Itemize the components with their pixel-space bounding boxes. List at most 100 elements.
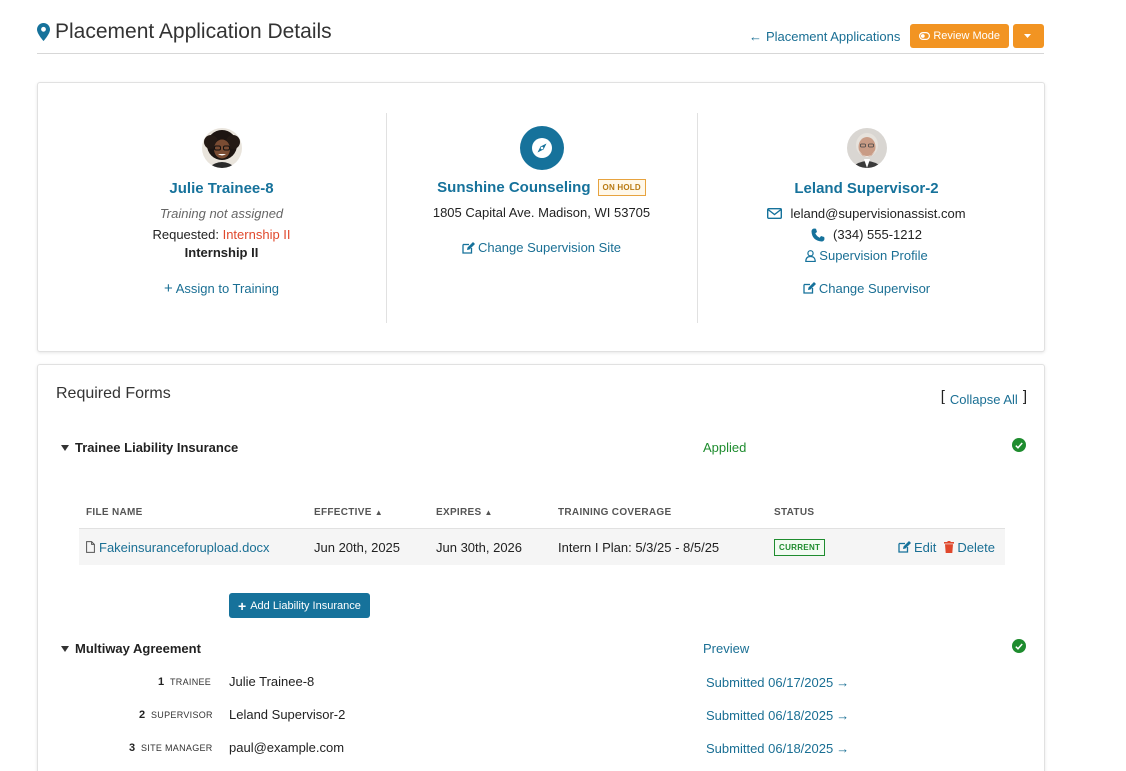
arrow-right-icon: →: [836, 741, 850, 756]
multiway-agreement-toggle[interactable]: Multiway Agreement: [61, 641, 201, 656]
supervisor-phone[interactable]: (334) 555-1212: [833, 227, 922, 242]
site-column: Sunshine Counseling ON HOLD 1805 Capital…: [386, 113, 696, 323]
trash-icon: [944, 541, 955, 553]
file-cell: Fakeinsuranceforupload.docx: [79, 540, 314, 555]
review-mode-dropdown-button[interactable]: [1013, 24, 1044, 48]
site-logo: [519, 126, 564, 170]
requested-value: Internship II: [222, 227, 291, 242]
signer-value: Leland Supervisor-2: [229, 707, 346, 722]
user-icon: [805, 249, 817, 262]
file-name-link[interactable]: Fakeinsuranceforupload.docx: [99, 540, 270, 555]
signer-number: 1: [158, 676, 165, 688]
col-status: STATUS: [774, 507, 815, 518]
collapse-all-control: [ Collapse All ]: [936, 388, 1032, 408]
expires-cell: Jun 30th, 2026: [436, 539, 523, 555]
signer-status-link[interactable]: Submitted 06/18/2025 →: [706, 741, 849, 756]
edit-icon: [803, 282, 816, 294]
change-site-label: Change Supervision Site: [477, 240, 622, 255]
signer-number: 3: [129, 742, 136, 754]
trainee-name: Julie Trainee-8: [169, 180, 274, 197]
col-training-coverage: TRAINING COVERAGE: [558, 507, 672, 518]
signer-role: SUPERVISOR: [151, 710, 213, 720]
effective-cell: Jun 20th, 2025: [314, 539, 401, 555]
caret-down-icon: [61, 645, 69, 652]
table-header: FILE NAME EFFECTIVE ▲︎ EXPIRES ▲︎ TRAINI…: [79, 497, 1005, 529]
caret-down-icon: [1023, 34, 1031, 38]
add-liability-insurance-button[interactable]: + Add Liability Insurance: [229, 593, 370, 618]
signer-row: 1 TRAINEE Julie Trainee-8 Submitted 06/1…: [38, 674, 1038, 694]
signer-status-link[interactable]: Submitted 06/18/2025 →: [706, 708, 849, 723]
eye-toggle-icon: [919, 32, 931, 40]
header-actions: ← Placement Applications Review Mode: [749, 24, 1044, 48]
collapse-all-link[interactable]: Collapse All: [950, 392, 1018, 407]
plus-icon: +: [163, 280, 173, 297]
supervisor-name: Leland Supervisor-2: [794, 180, 939, 197]
required-forms-card: Required Forms [ Collapse All ] Trainee …: [37, 364, 1045, 771]
supervisor-column: Leland Supervisor-2 leland@supervisionas…: [697, 113, 1035, 323]
plus-icon: +: [238, 597, 247, 614]
site-title-row: Sunshine Counseling ON HOLD: [387, 179, 696, 196]
change-supervisor-link[interactable]: Change Supervisor: [803, 281, 930, 296]
edit-insurance-button[interactable]: Edit: [898, 540, 936, 555]
liability-insurance-title: Trainee Liability Insurance: [75, 440, 239, 455]
supervisor-email-row: leland@supervisionassist.com: [698, 206, 1035, 221]
col-effective-sort[interactable]: EFFECTIVE ▲︎: [314, 507, 436, 518]
change-supervisor-wrapper: Change Supervisor: [698, 281, 1035, 298]
col-expires-sort[interactable]: EXPIRES ▲︎: [436, 507, 558, 518]
assign-to-training-label: Assign to Training: [175, 281, 280, 296]
signer-role: SITE MANAGER: [141, 743, 213, 753]
supervision-profile-label: Supervision Profile: [819, 248, 928, 263]
phone-icon: [811, 228, 825, 241]
trainee-avatar: [201, 128, 242, 168]
site-status-badge: ON HOLD: [597, 179, 646, 196]
supervision-profile-wrapper: Supervision Profile: [698, 248, 1035, 265]
supervisor-email[interactable]: leland@supervisionassist.com: [790, 206, 965, 221]
change-site-wrapper: Change Supervision Site: [387, 240, 696, 257]
signer-status: Submitted 06/18/2025: [706, 741, 834, 756]
signer-status-link[interactable]: Submitted 06/17/2025 →: [706, 675, 849, 690]
actions-cell: Edit Delete: [884, 540, 1005, 555]
arrow-right-icon: →: [836, 708, 850, 723]
col-expires: EXPIRES: [436, 507, 482, 518]
trainee-program: Internship II: [184, 245, 259, 260]
page-title: Placement Application Details: [37, 20, 332, 44]
change-supervision-site-link[interactable]: Change Supervision Site: [462, 240, 621, 255]
arrow-right-icon: →: [836, 675, 850, 690]
agreement-preview-link[interactable]: Preview: [703, 641, 749, 656]
table-row: Fakeinsuranceforupload.docx Jun 20th, 20…: [79, 529, 1005, 565]
training-status: Training not assigned: [159, 206, 284, 221]
compass-icon: [531, 138, 552, 158]
liability-insurance-toggle[interactable]: Trainee Liability Insurance: [61, 440, 238, 455]
arrow-left-icon: ←: [748, 28, 762, 44]
signer-number: 2: [139, 709, 146, 721]
back-to-placement-applications-link[interactable]: ← Placement Applications: [749, 29, 900, 44]
sort-icon: ▲︎: [374, 508, 383, 517]
delete-insurance-button[interactable]: Delete: [944, 540, 995, 555]
signer-status: Submitted 06/17/2025: [706, 675, 834, 690]
check-circle-icon: [1012, 639, 1026, 653]
file-icon: [86, 541, 95, 553]
envelope-icon: [767, 208, 783, 219]
review-mode-button[interactable]: Review Mode: [910, 24, 1009, 48]
signer-row: 2 SUPERVISOR Leland Supervisor-2 Submitt…: [38, 707, 1038, 727]
signer-row: 3 SITE MANAGER paul@example.com Submitte…: [38, 740, 1038, 760]
caret-down-icon: [61, 444, 69, 451]
required-forms-title: Required Forms: [56, 385, 171, 402]
requested-label: Requested:: [152, 227, 219, 242]
map-pin-icon: [37, 23, 50, 41]
liability-status: Applied: [703, 440, 747, 455]
sort-icon: ▲︎: [484, 508, 493, 517]
signer-role: TRAINEE: [170, 677, 212, 687]
coverage-cell: Intern I Plan: 5/3/25 - 8/5/25: [558, 539, 720, 555]
signer-status: Submitted 06/18/2025: [706, 708, 834, 723]
assign-to-training-link[interactable]: + Assign to Training: [164, 280, 279, 297]
assign-training-wrapper: + Assign to Training: [58, 280, 385, 297]
add-liability-insurance-label: Add Liability Insurance: [250, 599, 361, 612]
page-title-text: Placement Application Details: [55, 20, 332, 43]
edit-label: Edit: [914, 539, 937, 555]
site-name[interactable]: Sunshine Counseling: [437, 179, 590, 196]
liability-insurance-table: FILE NAME EFFECTIVE ▲︎ EXPIRES ▲︎ TRAINI…: [79, 497, 1005, 565]
supervision-profile-link[interactable]: Supervision Profile: [805, 248, 928, 263]
col-file-name: FILE NAME: [86, 507, 143, 518]
requested-line: Requested: Internship II: [58, 227, 385, 242]
